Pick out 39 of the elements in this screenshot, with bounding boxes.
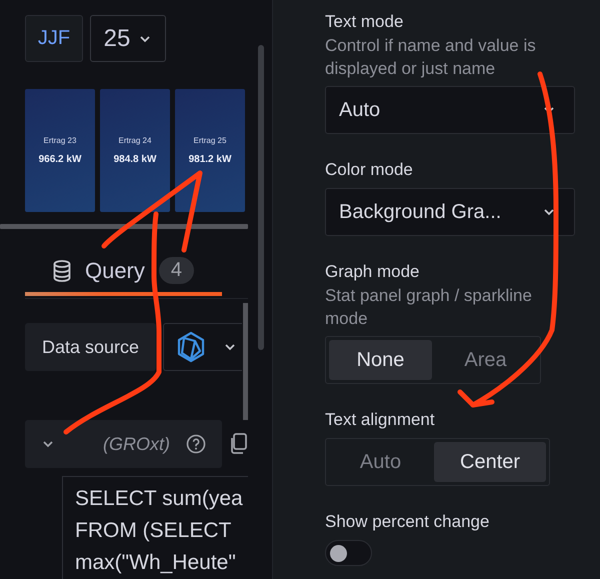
- stat-title: Ertrag 25: [194, 136, 226, 145]
- option-description: Stat panel graph / sparkline mode: [325, 285, 533, 330]
- count-badge: 4: [158, 257, 194, 284]
- option-title: Text mode: [325, 11, 404, 33]
- radio-option[interactable]: Auto: [329, 442, 432, 482]
- query-tab[interactable]: Query 4: [25, 249, 222, 296]
- option-title: Text alignment: [325, 409, 436, 431]
- stat-value: 981.2 kW: [188, 154, 232, 165]
- variable-label: JJF: [25, 15, 83, 62]
- stat-value: 966.2 kW: [38, 154, 82, 165]
- horizontal-scrollbar[interactable]: [0, 224, 248, 230]
- sql-editor[interactable]: SELECT sum(yea FROM (SELECT max("Wh_Heute": [62, 476, 248, 579]
- radio-option[interactable]: Center: [434, 442, 546, 482]
- select-field[interactable]: Background Gra...: [325, 188, 575, 236]
- polyhedron-icon: [175, 331, 207, 363]
- code-line: FROM (SELECT: [75, 518, 232, 544]
- radio-option[interactable]: None: [329, 340, 432, 380]
- stat-title: Ertrag 24: [118, 136, 152, 145]
- option-title: Color mode: [325, 159, 414, 181]
- option-description: Control if name and value is displayed or just name: [325, 35, 537, 80]
- query-name: (GROxt): [103, 434, 170, 454]
- select-field[interactable]: Auto: [325, 86, 575, 134]
- code-line: max("Wh_Heute": [75, 550, 237, 576]
- data-source-label: Data source: [25, 323, 156, 371]
- query-header[interactable]: (GROxt): [25, 420, 222, 468]
- option-title: Show percent change: [325, 511, 490, 533]
- help-icon[interactable]: [186, 434, 206, 454]
- copy-icon[interactable]: [229, 433, 247, 455]
- data-source-picker[interactable]: [163, 323, 242, 371]
- radio-option[interactable]: Area: [434, 340, 537, 380]
- option-title: Graph mode: [325, 261, 420, 283]
- stat-title: Ertrag 23: [44, 136, 76, 145]
- vertical-scrollbar[interactable]: [243, 303, 248, 420]
- code-line: SELECT sum(yea: [75, 486, 244, 512]
- vertical-scrollbar[interactable]: [258, 45, 264, 350]
- toggle-switch[interactable]: [325, 540, 372, 566]
- database-icon: [52, 260, 71, 282]
- variable-select[interactable]: 25: [90, 15, 166, 62]
- stat-value: 984.8 kW: [114, 154, 156, 165]
